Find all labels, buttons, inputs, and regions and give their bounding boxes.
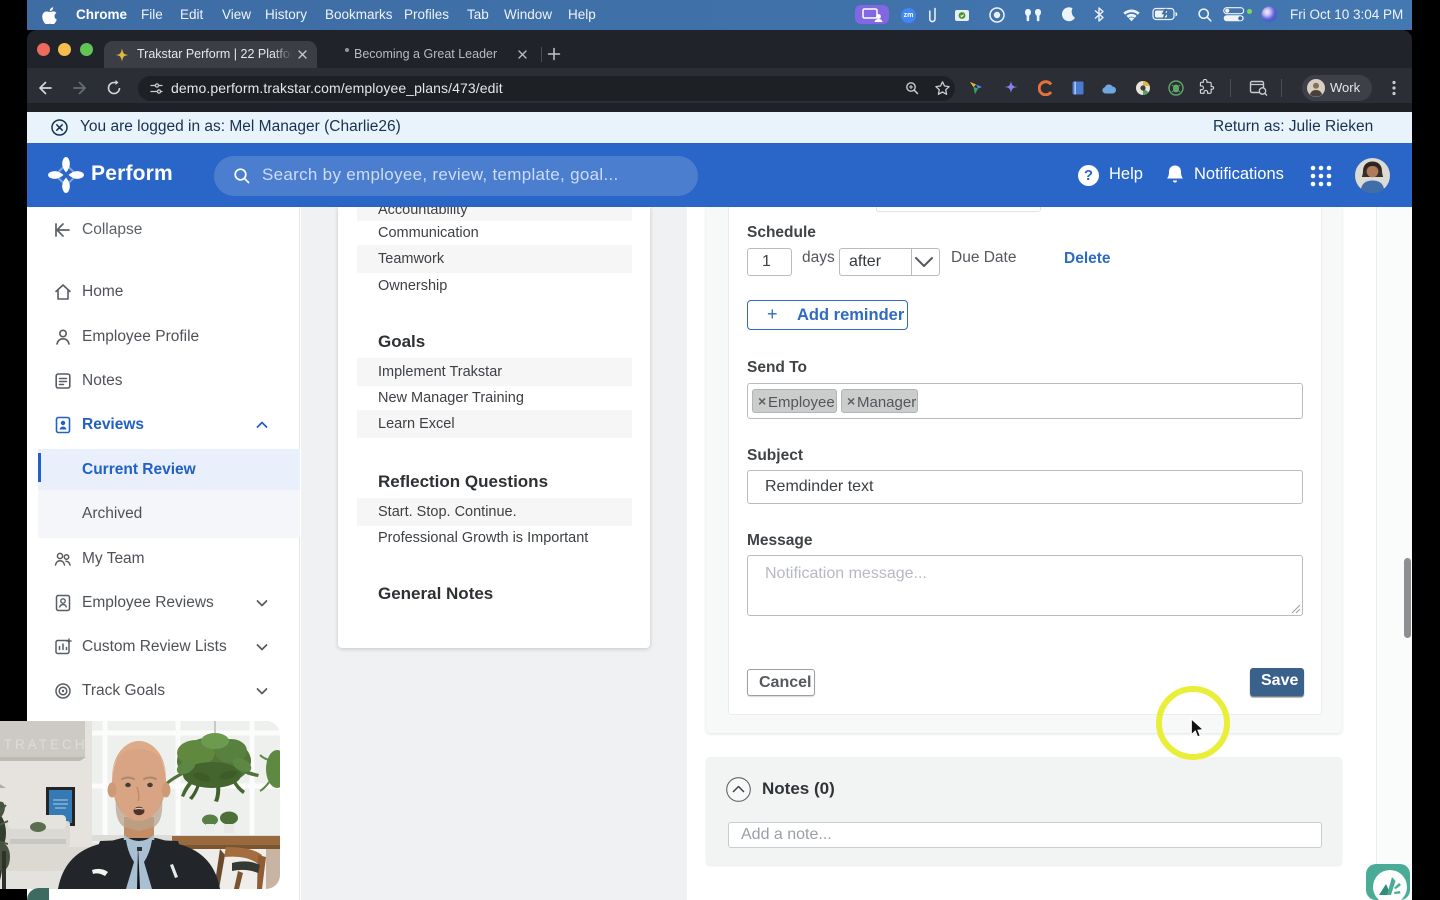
svg-text:ITRATECH: ITRATECH xyxy=(0,737,88,752)
